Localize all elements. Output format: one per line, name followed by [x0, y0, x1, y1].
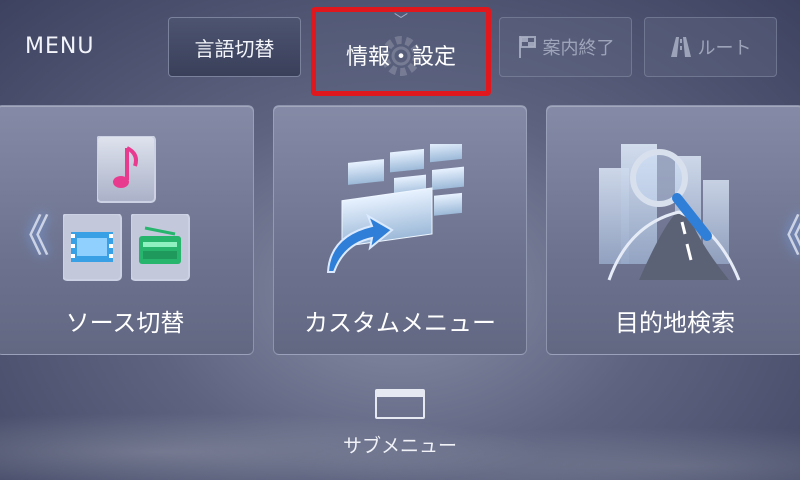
flag-icon — [517, 35, 537, 59]
route-label: ルート — [697, 38, 752, 59]
destination-search-icon — [599, 144, 741, 281]
chevron-down-icon: ﹀ — [394, 13, 408, 29]
custom-menu-card[interactable]: カスタムメニュー — [273, 105, 527, 355]
submenu-button[interactable]: サブメニュー — [325, 385, 475, 465]
double-chevron-icon: 《 — [6, 211, 50, 262]
submenu-label: サブメニュー — [342, 435, 457, 457]
menu-title: MENU — [25, 34, 95, 59]
destination-search-card[interactable]: 目的地検索 — [546, 105, 800, 355]
video-icon — [63, 214, 122, 281]
submenu-panel-icon — [375, 389, 425, 419]
language-switch-label: 言語切替 — [194, 36, 275, 61]
source-switch-label: ソース切替 — [65, 309, 185, 337]
scroll-left-arrow[interactable]: 《 — [6, 200, 50, 264]
music-note-icon — [97, 136, 156, 203]
road-icon — [670, 36, 692, 58]
language-switch-button[interactable]: 言語切替 — [168, 17, 301, 77]
info-settings-button[interactable]: ﹀ 情報・設定 — [311, 7, 491, 96]
radio-icon — [131, 214, 190, 281]
gear-icon — [381, 36, 421, 76]
guidance-end-label: 案内終了 — [542, 38, 615, 59]
scroll-right-arrow[interactable]: 《 — [764, 200, 800, 264]
route-button[interactable]: ルート — [644, 17, 777, 77]
double-chevron-icon: 《 — [764, 211, 800, 262]
guidance-end-button[interactable]: 案内終了 — [499, 17, 632, 77]
custom-menu-icon — [326, 144, 464, 273]
destination-search-label: 目的地検索 — [615, 309, 735, 337]
custom-menu-label: カスタムメニュー — [304, 309, 496, 337]
